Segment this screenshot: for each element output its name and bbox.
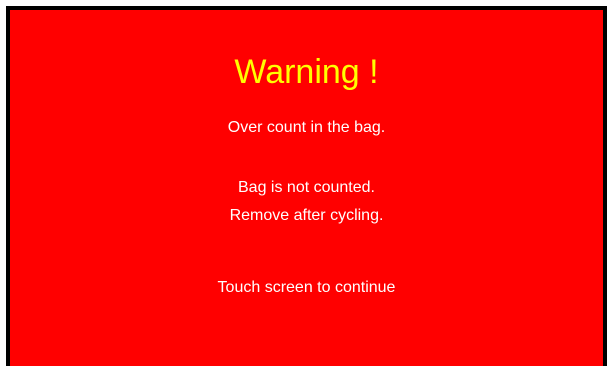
touch-screen-area[interactable]: Warning ! Over count in the bag. Bag is … xyxy=(10,10,603,366)
not-counted-message: Bag is not counted. xyxy=(238,179,375,196)
warning-dialog-frame: Warning ! Over count in the bag. Bag is … xyxy=(6,6,607,366)
continue-prompt[interactable]: Touch screen to continue xyxy=(10,278,603,298)
remove-bag-message: Remove after cycling. xyxy=(229,207,384,224)
over-count-message: Over count in the bag. xyxy=(227,119,386,136)
warning-title: Warning ! xyxy=(234,53,379,91)
